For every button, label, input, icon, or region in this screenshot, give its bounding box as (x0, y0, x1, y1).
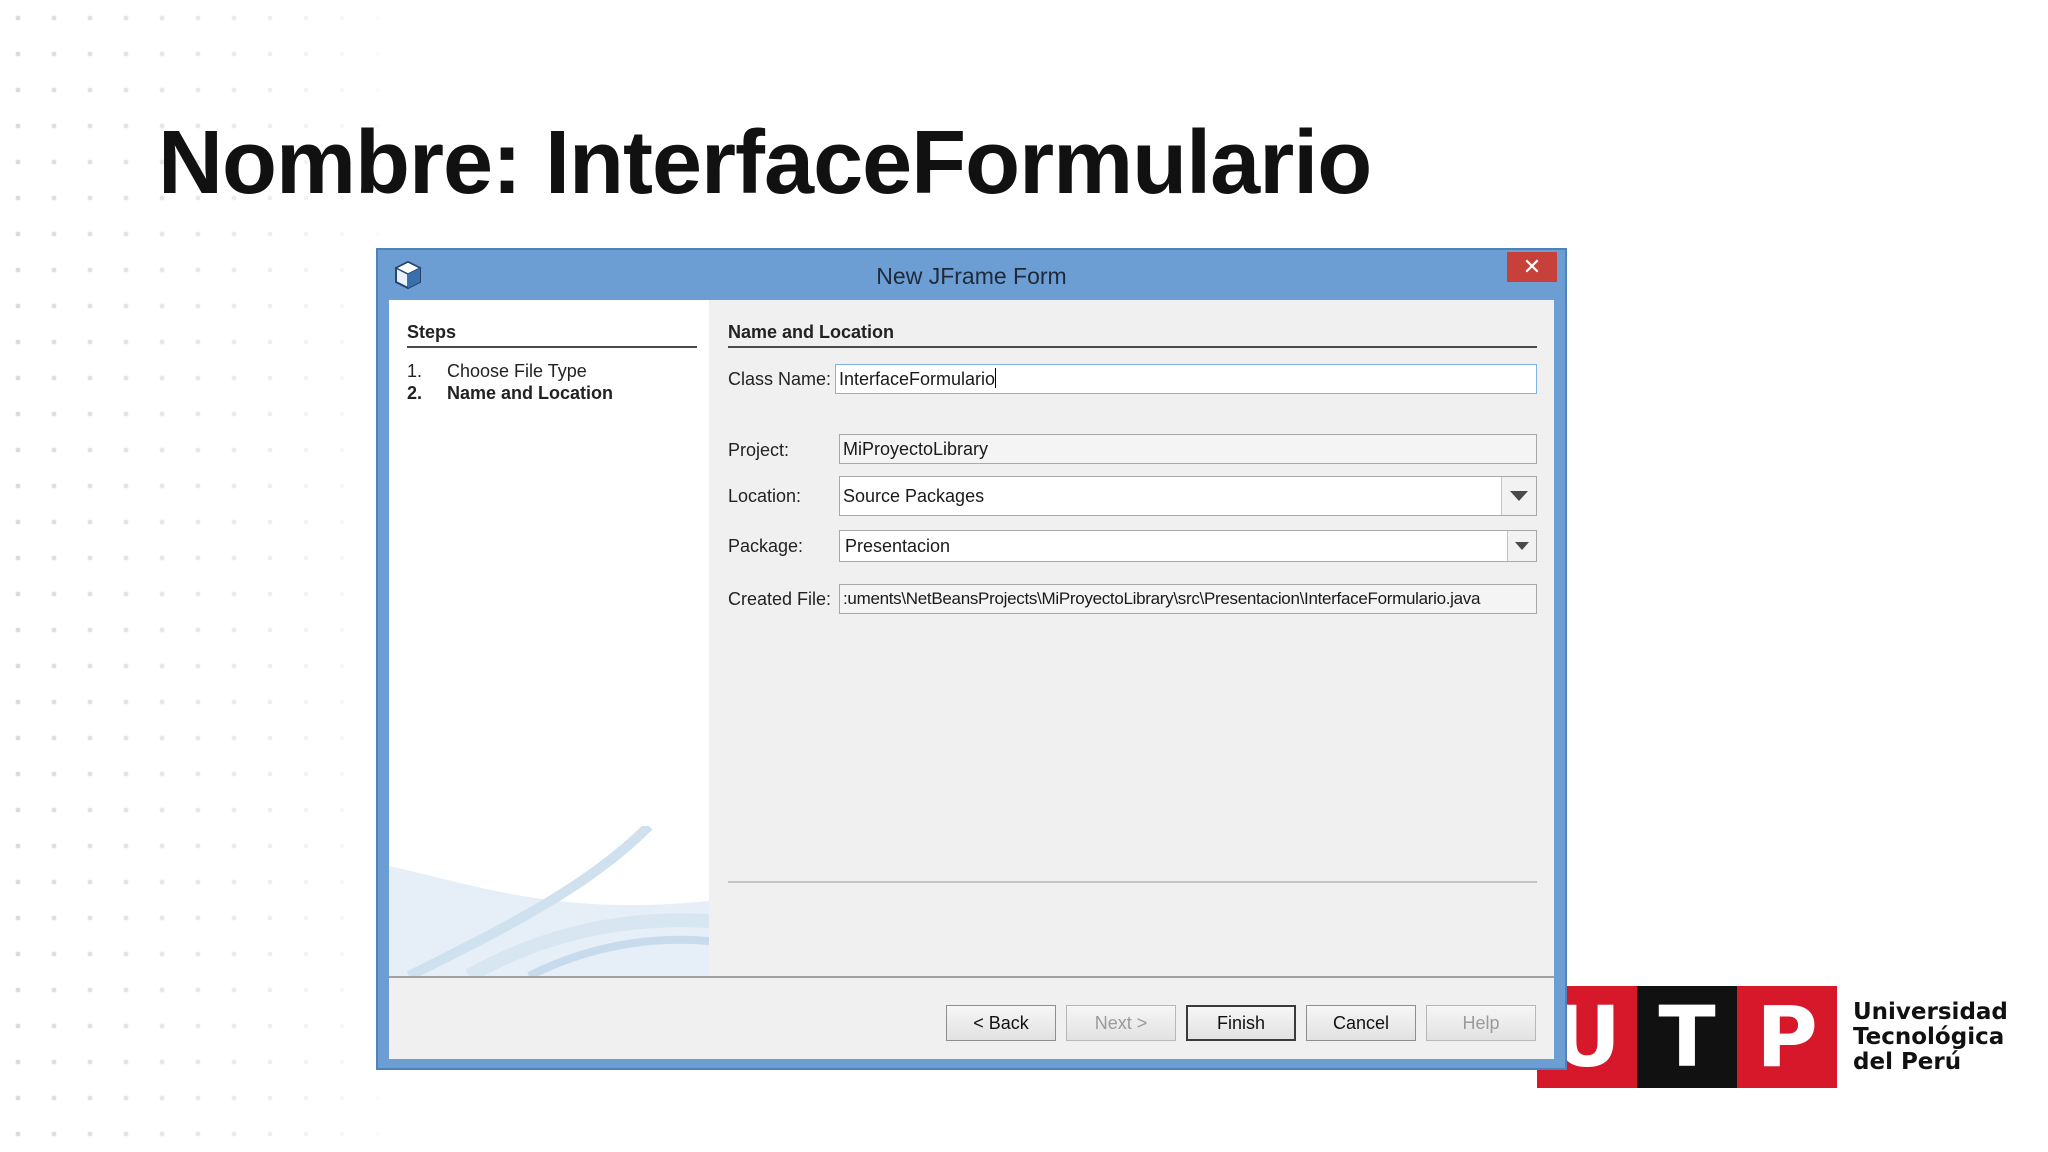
text-caret (995, 368, 997, 388)
dialog-titlebar[interactable]: New JFrame Form ✕ (378, 250, 1565, 300)
project-field: MiProyectoLibrary (839, 434, 1537, 464)
chevron-down-icon[interactable] (1507, 531, 1536, 561)
logo-line-1: Universidad (1853, 999, 2008, 1025)
next-button[interactable]: Next > (1066, 1005, 1176, 1041)
step-number: 2. (407, 383, 423, 403)
project-label: Project: (728, 440, 790, 460)
new-jframe-form-dialog: New JFrame Form ✕ Steps 1. Choose File Ty… (376, 248, 1567, 1070)
step-label: Choose File Type (447, 361, 587, 381)
location-label: Location: (728, 486, 802, 506)
logo-wordmark: Universidad Tecnológica del Perú (1853, 1000, 2043, 1075)
created-file-field: :uments\NetBeansProjects\MiProyectoLibra… (839, 584, 1537, 614)
finish-button[interactable]: Finish (1186, 1005, 1296, 1041)
step-label: Name and Location (447, 383, 614, 403)
help-button[interactable]: Help (1426, 1005, 1536, 1041)
slide-title: Nombre: InterfaceFormulario (158, 113, 1372, 213)
logo-letter-p: P (1756, 988, 1818, 1086)
location-value: Source Packages (843, 486, 985, 506)
logo-line-2: Tecnológica (1853, 1024, 2005, 1050)
package-label: Package: (728, 536, 804, 556)
class-name-value: InterfaceFormulario (839, 369, 996, 389)
chevron-down-icon[interactable] (1501, 477, 1536, 515)
class-name-label: Class Name: (728, 369, 832, 389)
section-heading: Name and Location (728, 322, 1537, 348)
decorative-swoosh (389, 826, 709, 976)
dialog-client-area: Steps 1. Choose File Type 2. Name and Loca… (389, 300, 1554, 1059)
logo-line-3: del Perú (1853, 1049, 1962, 1075)
logo-letter-t: T (1658, 988, 1716, 1086)
class-name-input[interactable]: InterfaceFormulario (835, 364, 1537, 394)
back-button[interactable]: < Back (946, 1005, 1056, 1041)
close-button[interactable]: ✕ (1507, 252, 1557, 282)
dialog-title: New JFrame Form (876, 263, 1067, 289)
package-value: Presentacion (845, 536, 951, 556)
steps-panel: Steps 1. Choose File Type 2. Name and Loca… (389, 300, 709, 976)
package-select[interactable]: Presentacion (839, 530, 1537, 562)
location-select[interactable]: Source Packages (839, 476, 1537, 516)
step-item-choose-file-type: 1. Choose File Type (407, 361, 587, 382)
content-divider (728, 881, 1537, 883)
created-file-label: Created File: (728, 589, 832, 609)
steps-heading: Steps (407, 322, 697, 348)
button-bar: < Back Next > Finish Cancel Help (389, 976, 1554, 1059)
step-number: 1. (407, 361, 423, 381)
cancel-button[interactable]: Cancel (1306, 1005, 1416, 1041)
step-item-name-and-location: 2. Name and Location (407, 383, 613, 404)
content-panel: Name and Location Class Name: InterfaceF… (709, 300, 1554, 976)
